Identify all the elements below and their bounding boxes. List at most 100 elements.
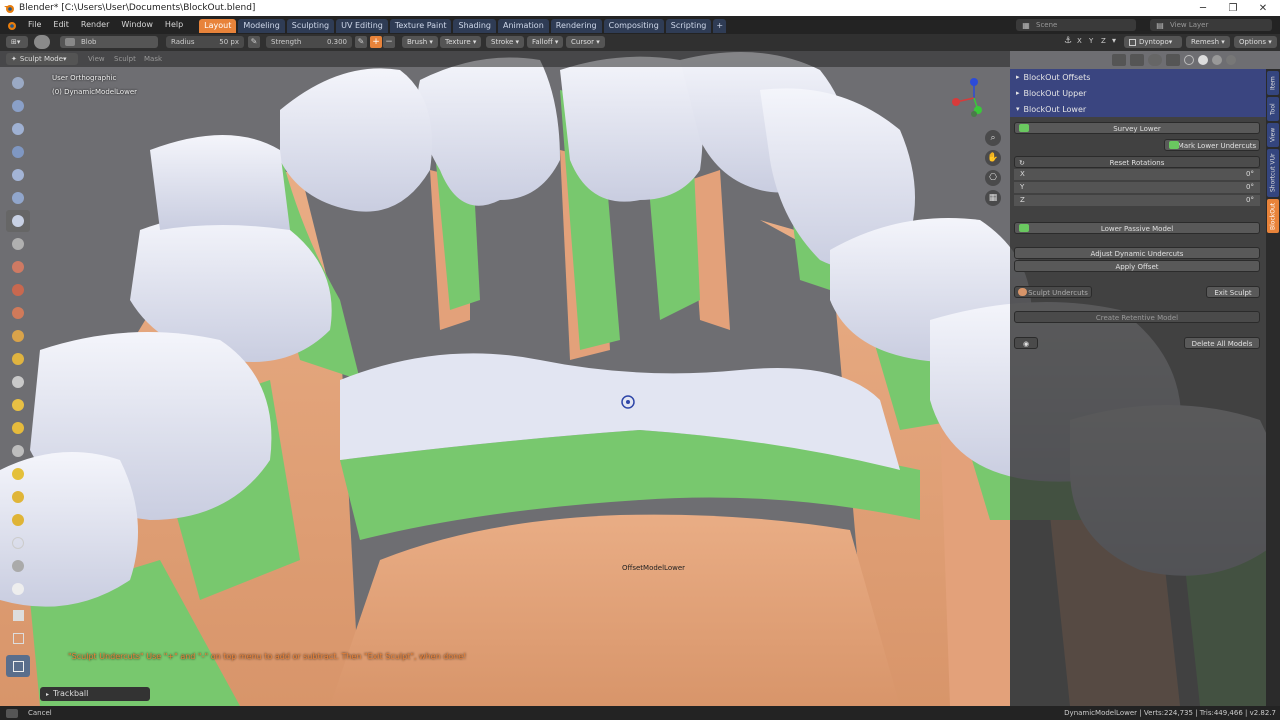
editor-type-icon[interactable]: ⊞▾ [6,36,28,48]
axis-y[interactable]: Y [1089,37,1093,45]
tab-rendering[interactable]: Rendering [550,19,602,33]
camera-view-icon[interactable]: ⎔ [985,170,1001,186]
subtract-direction-icon[interactable]: − [383,36,395,48]
rotation-y-field[interactable]: Y 0° [1014,182,1260,193]
smooth-brush-icon[interactable] [6,256,30,278]
solid-shading-icon[interactable] [1198,54,1208,65]
options-dropdown[interactable]: Options ▾ [1234,36,1277,48]
menu-mask[interactable]: Mask [144,55,162,63]
crease-brush-icon[interactable] [6,233,30,255]
tab-layout[interactable]: Layout [199,19,237,33]
brush-selector[interactable]: Blob [60,36,158,48]
brush-preview-icon[interactable] [34,35,50,49]
tab-item[interactable]: Item [1267,71,1279,95]
mode-selector[interactable]: ✦ Sculpt Mode ▾ [6,53,78,65]
pressure-radius-icon[interactable]: ✎ [248,36,260,48]
section-blockout-upper[interactable]: ▸ BlockOut Upper [1010,85,1266,101]
tab-blockout[interactable]: BlockOut [1267,199,1279,233]
pinch-brush-icon[interactable] [6,348,30,370]
blob-brush-icon[interactable] [6,210,30,232]
navigation-gizmo[interactable] [948,76,992,120]
draw-brush-icon[interactable] [6,72,30,94]
draw-face-sets-icon[interactable] [6,578,30,600]
blender-menu-icon[interactable] [0,16,22,34]
symmetry-options-icon[interactable]: ▾ [1112,36,1122,48]
menu-view[interactable]: View [88,55,105,63]
menu-sculpt[interactable]: Sculpt [114,55,136,63]
view-layer-selector[interactable]: ▤ View Layer [1150,19,1272,31]
texture-dropdown[interactable]: Texture ▾ [440,36,482,48]
remesh-dropdown[interactable]: Remesh ▾ [1186,36,1230,48]
cursor-dropdown[interactable]: Cursor ▾ [566,36,605,48]
inflate-brush-icon[interactable] [6,187,30,209]
rotate-brush-icon[interactable] [6,509,30,531]
strength-field[interactable]: Strength 0.300 [266,36,352,48]
draw-sharp-brush-icon[interactable] [6,95,30,117]
flatten-brush-icon[interactable] [6,279,30,301]
survey-lower-button[interactable]: Survey Lower [1014,122,1260,134]
reset-rotations-button[interactable]: ↻ Reset Rotations [1014,156,1260,168]
mask-brush-icon[interactable] [6,555,30,577]
adjust-dynamic-undercuts-button[interactable]: Adjust Dynamic Undercuts [1014,247,1260,259]
transform-icon[interactable] [6,655,30,677]
section-blockout-offsets[interactable]: ▸ BlockOut Offsets [1010,69,1266,85]
create-retentive-model-button[interactable]: Create Retentive Model [1014,311,1260,323]
tab-tool[interactable]: Tool [1267,97,1279,121]
pose-brush-icon[interactable] [6,463,30,485]
rotation-z-field[interactable]: Z 0° [1014,195,1260,206]
visibility-icon[interactable] [1112,53,1126,66]
gizmo-toggle-icon[interactable] [1130,53,1144,66]
ortho-grid-icon[interactable]: ▦ [985,190,1001,206]
elastic-deform-brush-icon[interactable] [6,394,30,416]
visibility-eye-icon[interactable]: ◉ [1014,337,1038,349]
tab-sculpting[interactable]: Sculpting [286,19,335,33]
apply-offset-button[interactable]: Apply Offset [1014,260,1260,272]
fill-brush-icon[interactable] [6,302,30,324]
menu-window[interactable]: Window [115,16,159,34]
tab-view[interactable]: View [1267,123,1279,147]
add-workspace-icon[interactable]: + [713,19,727,33]
rendered-shading-icon[interactable] [1226,54,1236,65]
box-mask-icon[interactable] [6,604,30,626]
close-icon[interactable]: ✕ [1248,0,1278,16]
exit-sculpt-button[interactable]: Exit Sculpt [1206,286,1260,298]
scene-selector[interactable]: ▦ Scene [1016,19,1136,31]
simplify-brush-icon[interactable] [6,532,30,554]
zoom-icon[interactable]: ⌕ [985,130,1001,146]
rotation-x-field[interactable]: X 0° [1014,169,1260,180]
axis-x[interactable]: X [1077,37,1082,45]
menu-render[interactable]: Render [75,16,115,34]
radius-field[interactable]: Radius 50 px [166,36,244,48]
clay-strips-brush-icon[interactable] [6,141,30,163]
symmetry-icon[interactable]: ⚓ [1062,36,1074,48]
layer-brush-icon[interactable] [6,164,30,186]
thumb-brush-icon[interactable] [6,440,30,462]
tab-texture-paint[interactable]: Texture Paint [389,19,452,33]
overlay-toggle-icon[interactable] [1148,53,1162,66]
clay-brush-icon[interactable] [6,118,30,140]
brush-dropdown[interactable]: Brush ▾ [402,36,438,48]
minimize-icon[interactable]: ─ [1188,0,1218,16]
delete-all-models-button[interactable]: Delete All Models [1184,337,1260,349]
axis-z[interactable]: Z [1101,37,1106,45]
tab-animation[interactable]: Animation [497,19,549,33]
falloff-dropdown[interactable]: Falloff ▾ [527,36,564,48]
tab-compositing[interactable]: Compositing [603,19,664,33]
dyntopo-checkbox[interactable] [1129,38,1136,46]
box-hide-icon[interactable] [6,627,30,649]
mark-lower-undercuts-button[interactable]: Mark Lower Undercuts [1164,139,1260,151]
tab-scripting[interactable]: Scripting [665,19,712,33]
menu-file[interactable]: File [22,16,47,34]
snake-hook-brush-icon[interactable] [6,417,30,439]
xray-icon[interactable] [1166,53,1180,66]
add-direction-icon[interactable]: + [370,36,382,48]
stroke-dropdown[interactable]: Stroke ▾ [486,36,525,48]
lower-passive-model-button[interactable]: Lower Passive Model [1014,222,1260,234]
menu-edit[interactable]: Edit [47,16,75,34]
pressure-strength-icon[interactable]: ✎ [355,36,367,48]
material-shading-icon[interactable] [1212,54,1222,65]
scrape-brush-icon[interactable] [6,325,30,347]
grab-brush-icon[interactable] [6,371,30,393]
section-blockout-lower[interactable]: ▾ BlockOut Lower [1010,101,1266,117]
maximize-icon[interactable]: ❐ [1218,0,1248,16]
